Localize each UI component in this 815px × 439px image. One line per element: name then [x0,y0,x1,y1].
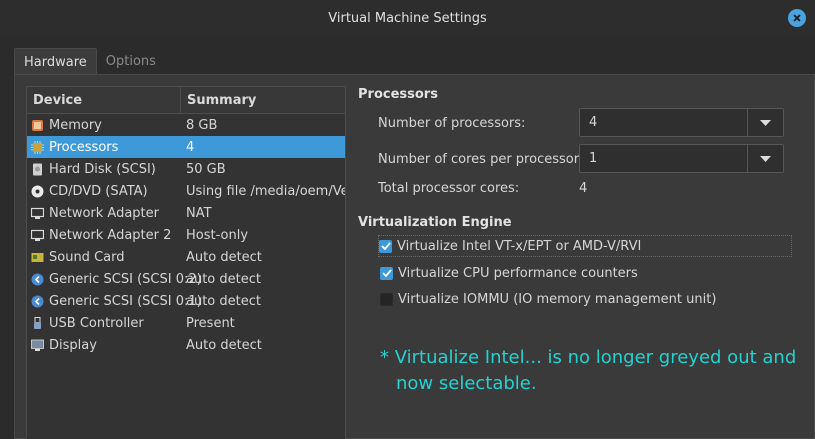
device-name: Generic SCSI (SCSI 0:1) [49,293,202,309]
device-name: Generic SCSI (SCSI 0:2) [49,271,202,287]
num-processors-value: 4 [589,115,598,130]
cores-per-processor-label: Number of cores per processor: [378,152,584,167]
device-row-generic-scsi-0-2[interactable]: Generic SCSI (SCSI 0:2) auto detect [27,268,345,290]
usb-icon [31,316,44,330]
device-row-processors[interactable]: Processors 4 [27,136,345,158]
scsi-icon [31,273,44,286]
device-list-header: Device Summary [27,87,345,114]
network-icon [30,207,45,220]
settings-panel: Processors Number of processors: 4 Numbe… [358,75,814,439]
virtualize-iommu-checkbox[interactable]: Virtualize IOMMU (IO memory management u… [380,288,716,310]
device-summary: 4 [186,139,195,155]
chevron-down-icon[interactable] [747,109,783,136]
hard-disk-icon [31,163,44,176]
device-name: Memory [49,117,102,133]
sound-card-icon [31,251,44,264]
scsi-icon [31,295,44,308]
close-button[interactable] [788,9,806,27]
device-summary: 8 GB [186,117,218,133]
checkbox-checked-icon [380,266,393,280]
device-summary: 50 GB [186,161,226,177]
display-icon [31,339,44,352]
device-summary: Auto detect [186,249,262,265]
summary-column-header[interactable]: Summary [181,87,345,113]
total-cores-value: 4 [579,181,588,196]
memory-icon [31,119,44,132]
cores-per-processor-value: 1 [589,151,598,166]
device-row-usb-controller[interactable]: USB Controller Present [27,312,345,334]
cores-per-processor-select[interactable]: 1 [579,144,784,173]
cd-icon [31,185,44,198]
device-name: Display [49,337,97,353]
device-row-network-adapter-2[interactable]: Network Adapter 2 Host-only [27,224,345,246]
device-summary: auto detect [186,271,261,287]
device-summary: NAT [186,205,212,221]
checkbox-label: Virtualize IOMMU (IO memory management u… [398,291,717,307]
tab-options[interactable]: Options [97,48,165,75]
device-name: Network Adapter 2 [49,227,172,243]
network-icon [30,229,45,242]
chevron-down-icon[interactable] [747,145,783,172]
device-summary: auto detect [186,293,261,309]
device-name: Network Adapter [49,205,159,221]
checkbox-label: Virtualize Intel VT-x/EPT or AMD-V/RVI [397,238,642,254]
annotation-note: * Virtualize Intel... is no longer greye… [380,345,810,397]
title-bar: Virtual Machine Settings [0,0,815,36]
checkbox-unchecked-icon [380,292,393,306]
device-name: Processors [49,139,119,155]
processors-section-title: Processors [358,87,438,102]
num-processors-label: Number of processors: [378,116,526,131]
checkbox-checked-icon [379,239,392,253]
device-row-cd-dvd[interactable]: CD/DVD (SATA) Using file /media/oem/Ven [27,180,345,202]
device-name: CD/DVD (SATA) [49,183,148,199]
device-column-header[interactable]: Device [27,87,181,113]
total-cores-label: Total processor cores: [378,181,520,196]
device-summary: Present [186,315,235,331]
device-row-memory[interactable]: Memory 8 GB [27,114,345,136]
device-row-hard-disk[interactable]: Hard Disk (SCSI) 50 GB [27,158,345,180]
tab-content: Device Summary Memory 8 GB Processors 4 … [14,74,815,439]
num-processors-select[interactable]: 4 [579,108,784,137]
virtualize-intel-vtx-checkbox[interactable]: Virtualize Intel VT-x/EPT or AMD-V/RVI [378,235,792,257]
device-row-network-adapter[interactable]: Network Adapter NAT [27,202,345,224]
device-summary: Host-only [186,227,249,243]
annotation-line-2: now selectable. [396,373,537,394]
tab-hardware[interactable]: Hardware [14,48,97,75]
close-icon [793,14,801,22]
device-name: USB Controller [49,315,144,331]
cpu-icon [31,140,44,154]
annotation-line-1: * Virtualize Intel... is no longer greye… [380,347,797,368]
virtualization-section-title: Virtualization Engine [358,215,512,230]
device-row-display[interactable]: Display Auto detect [27,334,345,356]
device-row-sound-card[interactable]: Sound Card Auto detect [27,246,345,268]
device-name: Hard Disk (SCSI) [49,161,156,177]
checkbox-label: Virtualize CPU performance counters [398,265,638,281]
window-title: Virtual Machine Settings [328,10,487,26]
device-row-generic-scsi-0-1[interactable]: Generic SCSI (SCSI 0:1) auto detect [27,290,345,312]
device-list: Device Summary Memory 8 GB Processors 4 … [26,86,346,439]
device-name: Sound Card [49,249,125,265]
device-summary: Auto detect [186,337,262,353]
tab-bar: Hardware Options [14,48,165,75]
device-summary: Using file /media/oem/Ven [186,183,345,199]
virtualize-cpu-counters-checkbox[interactable]: Virtualize CPU performance counters [380,262,638,284]
